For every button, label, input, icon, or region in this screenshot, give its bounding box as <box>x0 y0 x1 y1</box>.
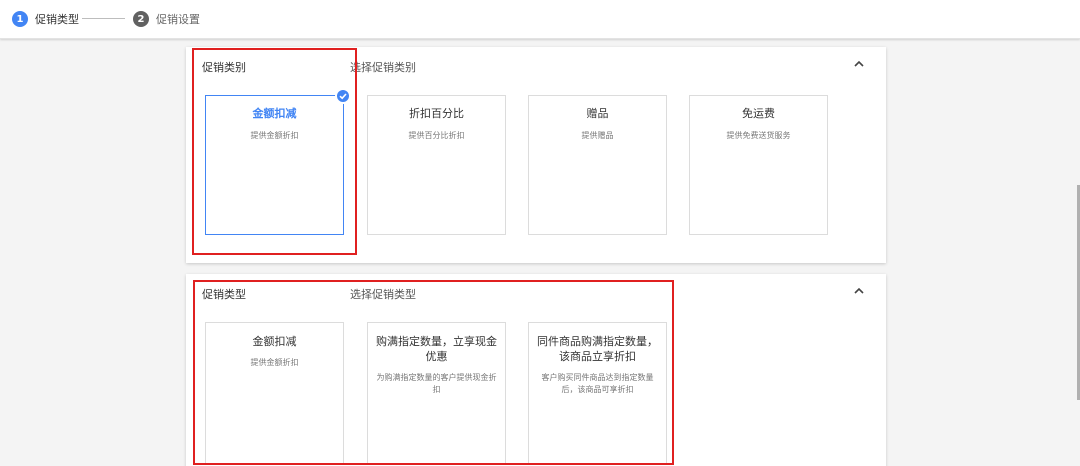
card-title: 赠品 <box>586 107 609 120</box>
type-card-same-item-discount[interactable]: 同件商品购满指定数量，该商品立享折扣 客户购买同件商品达到指定数量后，该商品可享… <box>528 322 667 464</box>
step-number: 1 <box>12 11 28 27</box>
type-card-quantity-cash-off[interactable]: 购满指定数量，立享现金优惠 为购满指定数量的客户提供现金折扣 <box>367 322 506 464</box>
card-description: 提供赠品 <box>581 131 614 140</box>
type-card-amount-off[interactable]: 金额扣减 提供金额折扣 <box>205 322 344 464</box>
card-title: 购满指定数量，立享现金优惠 <box>376 335 497 363</box>
card-title: 同件商品购满指定数量，该商品立享折扣 <box>537 335 658 363</box>
stepper: 1 促销类型 2 促销设置 <box>0 0 1080 39</box>
panel-subtitle: 选择促销类别 <box>350 61 416 74</box>
card-title: 免运费 <box>742 107 775 120</box>
promotion-category-panel: 促销类别 选择促销类别 金额扣减 提供金额折扣 折扣百分比 提供百分比折扣 赠品… <box>186 47 886 263</box>
step-number: 2 <box>133 11 149 27</box>
step-1[interactable]: 1 促销类型 <box>12 10 79 28</box>
chevron-up-icon[interactable] <box>852 57 866 71</box>
card-title: 金额扣减 <box>252 335 297 348</box>
category-card-percent-off[interactable]: 折扣百分比 提供百分比折扣 <box>367 95 506 235</box>
card-description: 提供金额折扣 <box>250 358 299 367</box>
panel-title: 促销类型 <box>202 288 246 301</box>
check-icon <box>335 88 351 104</box>
card-description: 客户购买同件商品达到指定数量后，该商品可享折扣 <box>541 373 654 394</box>
panel-title: 促销类别 <box>202 61 246 74</box>
step-2[interactable]: 2 促销设置 <box>133 10 200 28</box>
card-description: 提供百分比折扣 <box>408 131 465 140</box>
category-card-free-shipping[interactable]: 免运费 提供免费送货服务 <box>689 95 828 235</box>
chevron-up-icon[interactable] <box>852 284 866 298</box>
card-description: 为购满指定数量的客户提供现金折扣 <box>376 373 497 394</box>
panel-subtitle: 选择促销类型 <box>350 288 416 301</box>
promotion-type-panel: 促销类型 选择促销类型 金额扣减 提供金额折扣 购满指定数量，立享现金优惠 为购… <box>186 274 886 466</box>
card-description: 提供金额折扣 <box>250 131 299 140</box>
card-title: 金额扣减 <box>252 107 297 120</box>
category-card-gift[interactable]: 赠品 提供赠品 <box>528 95 667 235</box>
category-card-amount-off[interactable]: 金额扣减 提供金额折扣 <box>205 88 351 235</box>
step-connector <box>82 18 125 19</box>
card-title: 折扣百分比 <box>409 107 464 120</box>
card-description: 提供免费送货服务 <box>726 131 791 140</box>
step-label: 促销设置 <box>156 13 200 26</box>
step-label: 促销类型 <box>35 13 79 26</box>
